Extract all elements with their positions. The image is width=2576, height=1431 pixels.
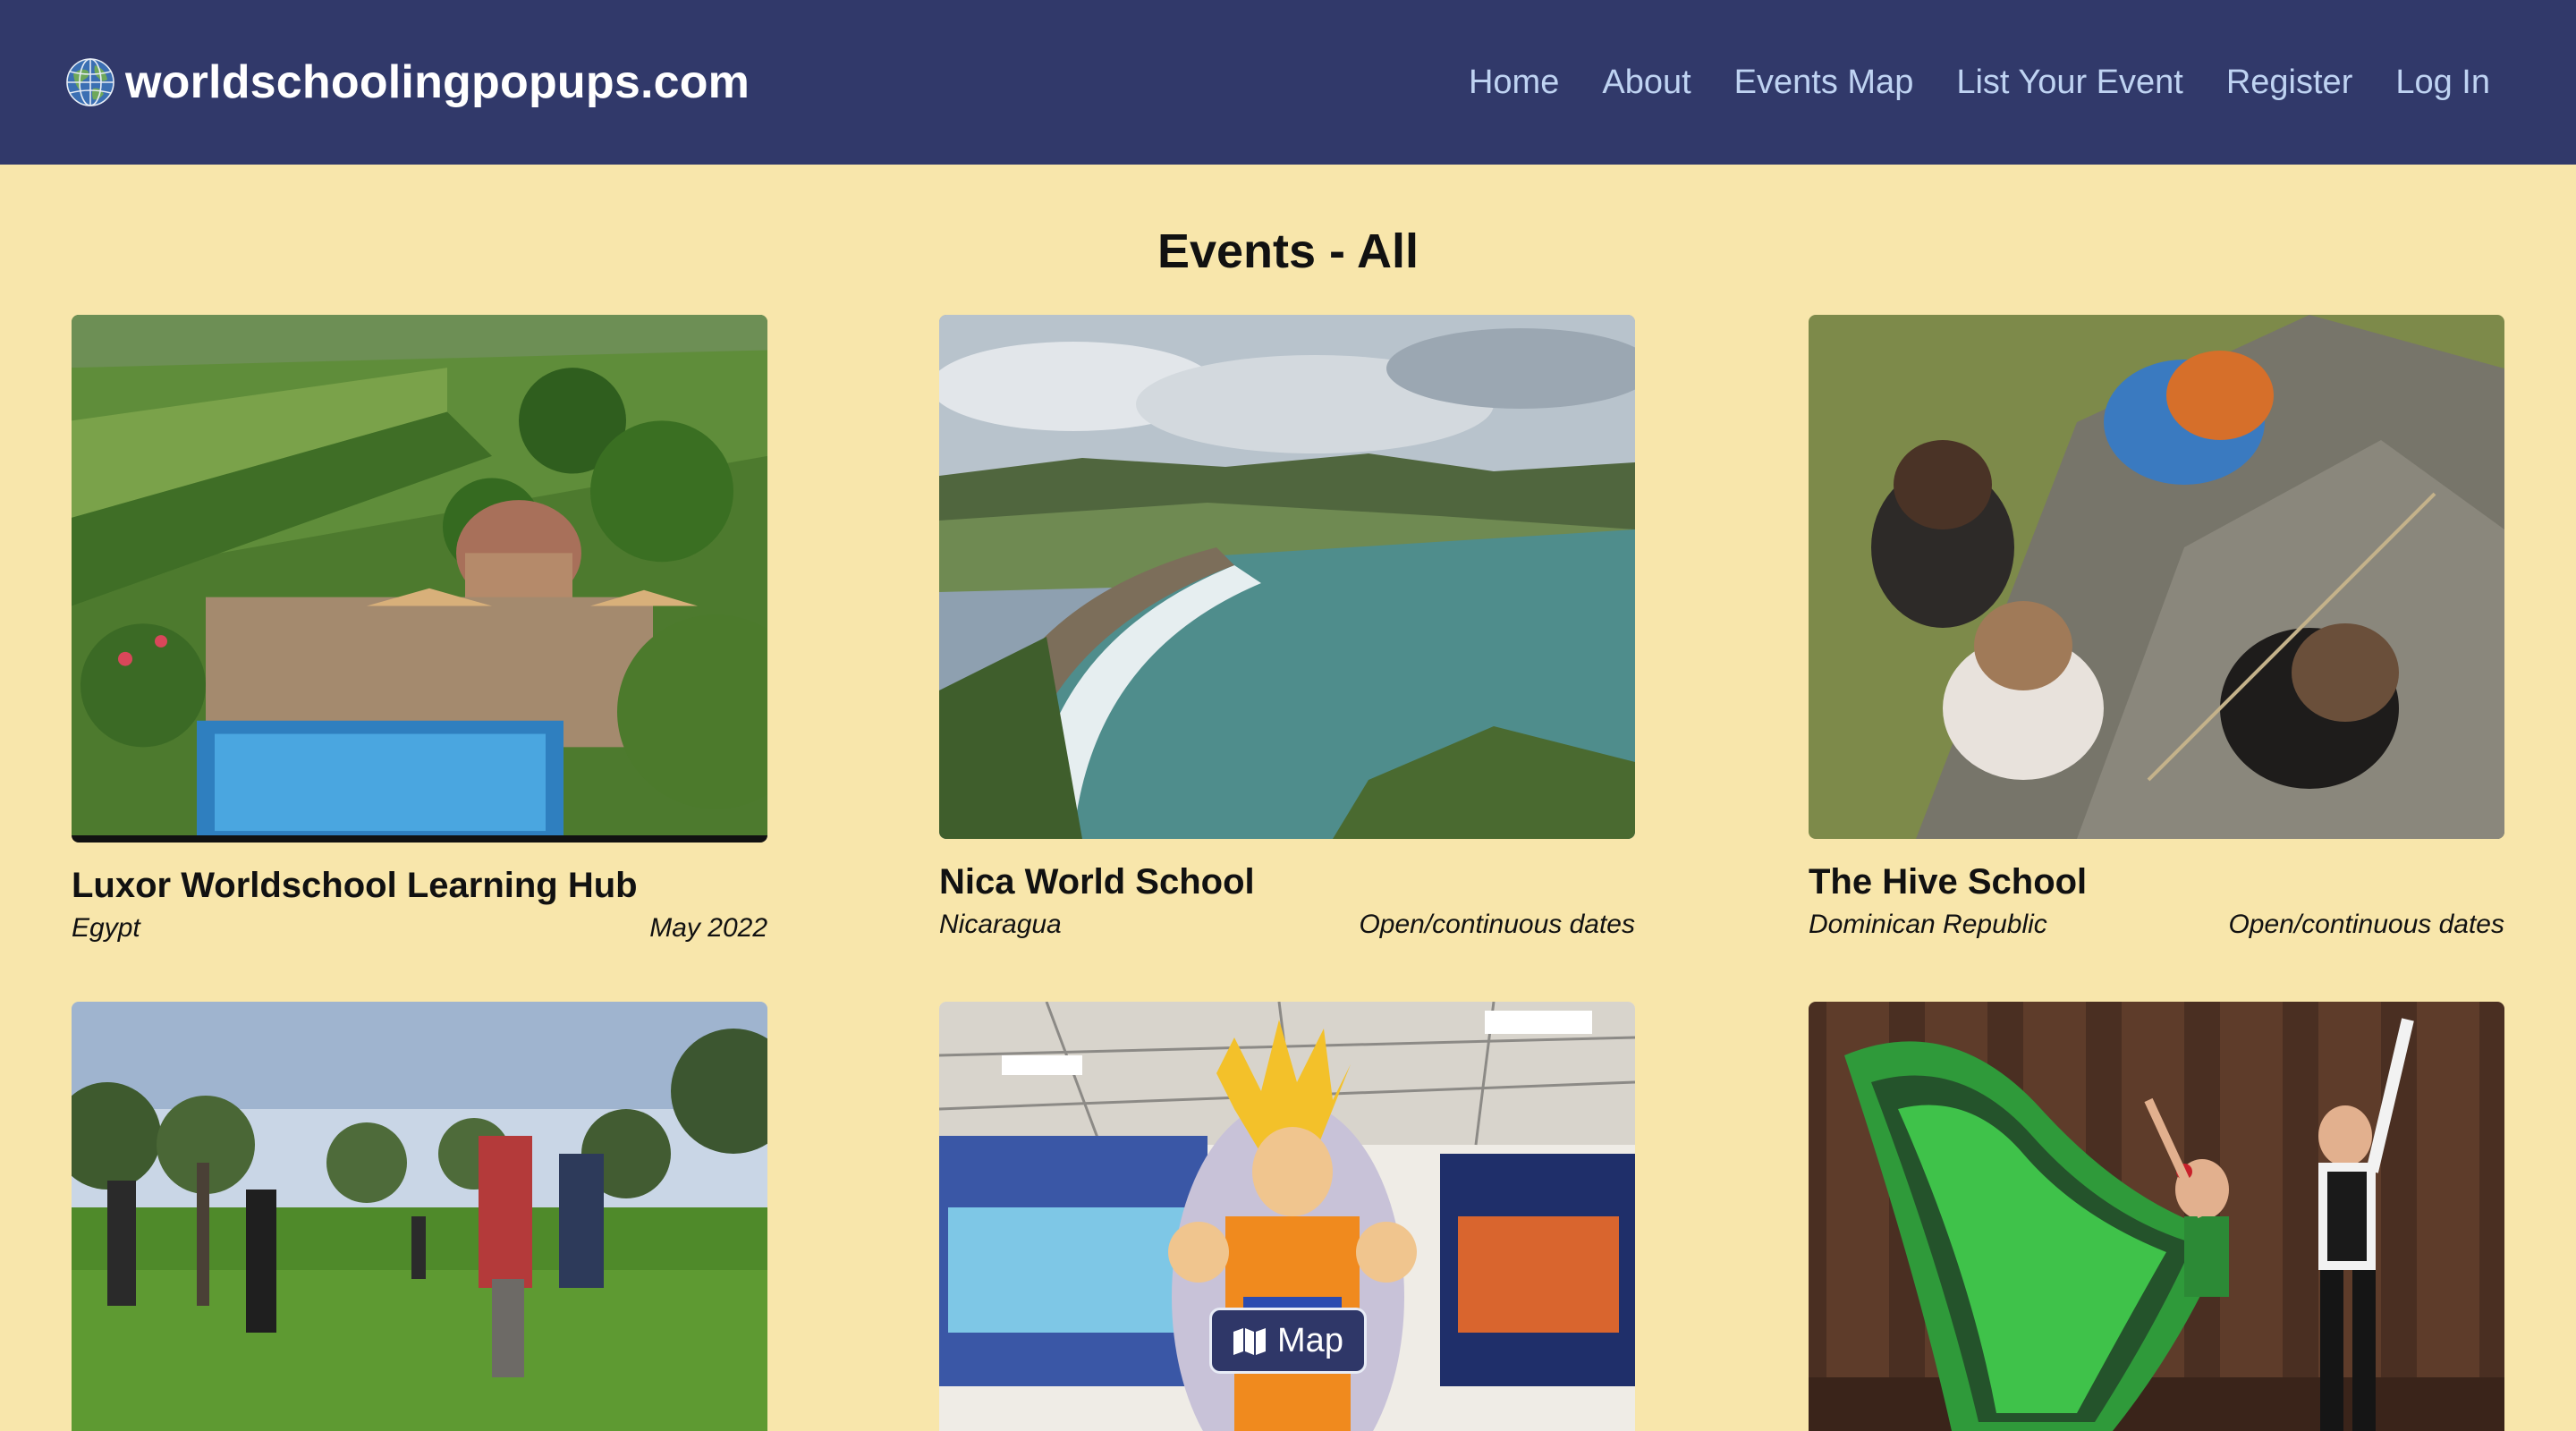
event-location: Dominican Republic — [1809, 910, 2047, 939]
map-button[interactable]: Map — [1209, 1308, 1367, 1374]
main-nav: Home About Events Map List Your Event Re… — [1469, 64, 2490, 102]
site-header: worldschoolingpopups.com Home About Even… — [0, 0, 2576, 165]
event-card-luxor[interactable]: Luxor Worldschool Learning Hub Egypt May… — [72, 315, 767, 944]
nav-events-map[interactable]: Events Map — [1734, 64, 1914, 102]
globe-icon — [64, 56, 116, 108]
event-card-olive-grove[interactable] — [72, 1002, 767, 1431]
event-card-dance[interactable] — [1809, 1002, 2504, 1431]
event-image-olive-grove[interactable] — [72, 1002, 767, 1431]
event-location: Nicaragua — [939, 910, 1062, 939]
event-dates: Open/continuous dates — [2228, 910, 2504, 939]
page: worldschoolingpopups.com Home About Even… — [0, 0, 2576, 1431]
event-image-flamenco-dancers[interactable] — [1809, 1002, 2504, 1431]
nav-home[interactable]: Home — [1469, 64, 1559, 102]
event-name[interactable]: Luxor Worldschool Learning Hub — [72, 866, 767, 906]
event-name[interactable]: Nica World School — [939, 862, 1635, 902]
event-name[interactable]: The Hive School — [1809, 862, 2504, 902]
site-name: worldschoolingpopups.com — [125, 56, 750, 108]
page-title: Events - All — [1157, 224, 1419, 278]
site-logo-link[interactable]: worldschoolingpopups.com — [64, 55, 750, 109]
event-card-hive[interactable]: The Hive School Dominican Republic Open/… — [1809, 315, 2504, 940]
event-image-bay-beach[interactable] — [939, 315, 1635, 839]
event-image-villa-garden[interactable] — [72, 315, 767, 843]
map-button-label: Map — [1277, 1321, 1343, 1359]
nav-list-your-event[interactable]: List Your Event — [1956, 64, 2183, 102]
event-card-nica[interactable]: Nica World School Nicaragua Open/continu… — [939, 315, 1635, 940]
nav-register[interactable]: Register — [2226, 64, 2353, 102]
map-icon — [1233, 1326, 1267, 1355]
event-location: Egypt — [72, 913, 140, 943]
event-dates: Open/continuous dates — [1359, 910, 1635, 939]
event-image-children-on-rock[interactable] — [1809, 315, 2504, 839]
nav-about[interactable]: About — [1602, 64, 1690, 102]
event-dates: May 2022 — [649, 913, 767, 943]
nav-log-in[interactable]: Log In — [2395, 64, 2490, 102]
